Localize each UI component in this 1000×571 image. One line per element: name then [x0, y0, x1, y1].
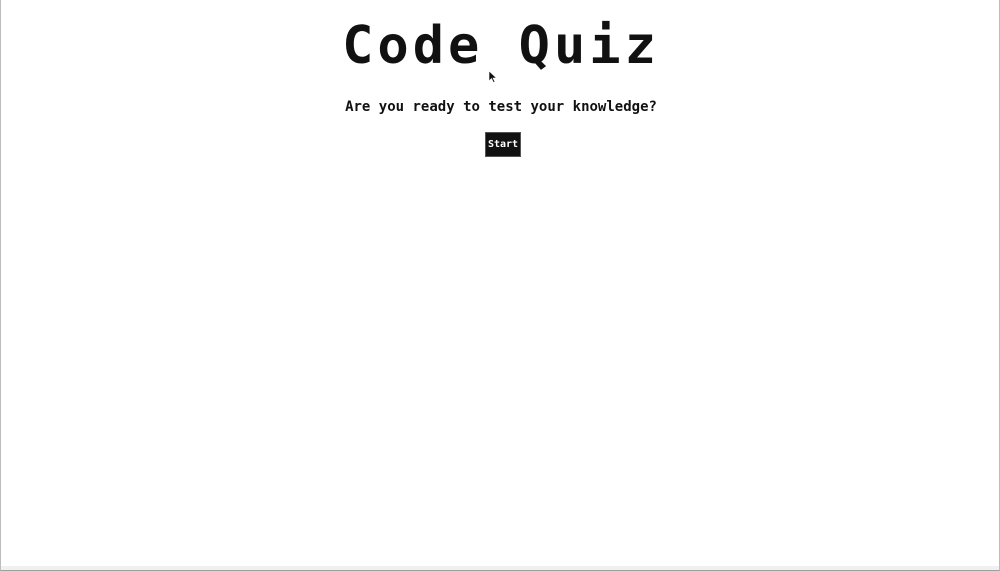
window-bottom-edge: [1, 566, 999, 570]
start-button[interactable]: Start: [485, 132, 521, 157]
quiz-page: Code Quiz Are you ready to test your kno…: [0, 0, 1000, 571]
mouse-pointer-icon: [489, 71, 497, 83]
page-title: Code Quiz: [342, 16, 660, 76]
intro-text: Are you ready to test your knowledge?: [345, 99, 657, 115]
